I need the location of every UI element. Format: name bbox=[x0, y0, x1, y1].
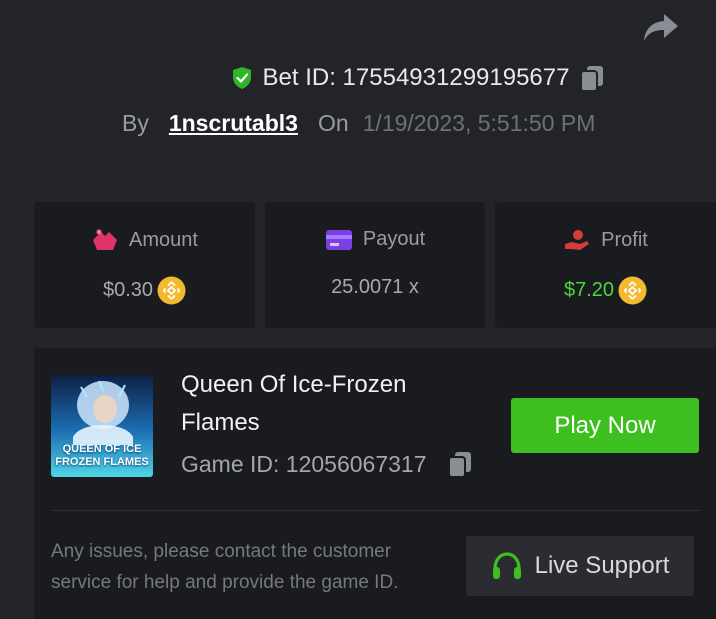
play-now-button[interactable]: Play Now bbox=[511, 398, 699, 453]
bet-id-text: Bet ID: 17554931299195677 bbox=[262, 64, 570, 91]
bet-id-line: Bet ID: 17554931299195677 bbox=[0, 64, 716, 92]
on-label: On bbox=[317, 110, 349, 136]
help-text: Any issues, please contact the customer … bbox=[51, 541, 399, 593]
hand-coin-icon bbox=[565, 230, 590, 250]
game-id-text: Game ID: 12056067317 bbox=[181, 450, 427, 477]
username-link[interactable]: 1nscrutabl3 bbox=[169, 110, 298, 137]
game-title: Queen Of Ice-Frozen Flames bbox=[181, 371, 407, 436]
live-support-label: Live Support bbox=[534, 552, 670, 579]
divider bbox=[51, 510, 700, 511]
thumb-title-line2: FROZEN FLAMES bbox=[55, 456, 149, 468]
thumb-title-line1: QUEEN OF ICE bbox=[62, 443, 142, 455]
profit-card: Profit $7.20 bbox=[495, 202, 716, 328]
game-id-line: Game ID: 12056067317 bbox=[181, 450, 473, 478]
credit-card-icon bbox=[325, 229, 352, 250]
payout-value: 25.0071 x bbox=[331, 276, 419, 298]
share-icon[interactable] bbox=[642, 12, 680, 44]
bet-date: 1/19/2023, 5:51:50 PM bbox=[362, 110, 596, 136]
amount-card: Amount $0.30 bbox=[34, 202, 255, 328]
live-support-button[interactable]: Live Support bbox=[466, 536, 694, 596]
profit-value: $7.20 bbox=[563, 279, 615, 301]
bnb-coin-icon bbox=[618, 276, 647, 305]
game-thumbnail[interactable]: QUEEN OF ICE FROZEN FLAMES bbox=[51, 375, 153, 477]
by-label: By bbox=[122, 110, 149, 136]
copy-game-id-icon[interactable] bbox=[447, 450, 473, 478]
game-card: QUEEN OF ICE FROZEN FLAMES Queen Of Ice-… bbox=[34, 348, 716, 619]
profit-label: Profit bbox=[601, 228, 648, 251]
amount-icon bbox=[93, 229, 118, 250]
payout-label: Payout bbox=[362, 228, 426, 250]
amount-label: Amount bbox=[129, 228, 198, 251]
payout-card: Payout 25.0071 x bbox=[265, 202, 485, 328]
bnb-coin-icon bbox=[157, 276, 186, 305]
headphones-icon bbox=[492, 552, 521, 579]
shield-check-icon bbox=[232, 67, 251, 89]
amount-value: $0.30 bbox=[102, 279, 154, 301]
bet-author-line: By 1nscrutabl3 On 1/19/2023, 5:51:50 PM bbox=[122, 110, 595, 137]
copy-bet-id-icon[interactable] bbox=[579, 64, 605, 92]
